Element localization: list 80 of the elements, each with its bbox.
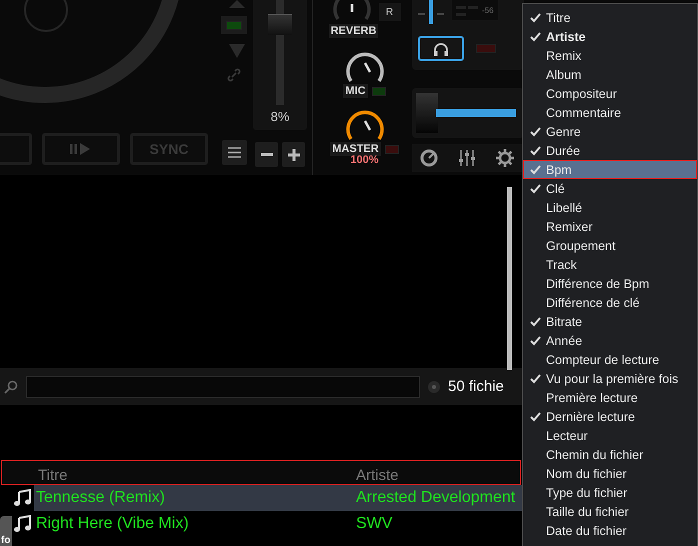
column-heading[interactable]: Titre — [34, 467, 352, 484]
menu-item[interactable]: Date du fichier — [523, 521, 697, 540]
menu-item[interactable]: Type du fichier — [523, 483, 697, 502]
menu-item[interactable]: Libellé — [523, 198, 697, 217]
menu-item[interactable]: Différence de Bpm — [523, 274, 697, 293]
menu-item[interactable]: Durée — [523, 141, 697, 160]
minus-icon — [260, 153, 272, 156]
checkmark-icon — [530, 374, 540, 384]
menu-item[interactable]: Année — [523, 331, 697, 350]
menu-item[interactable]: Lecteur — [523, 426, 697, 445]
headphones-icon — [433, 42, 449, 56]
column-heading[interactable]: Artiste — [352, 467, 512, 484]
master-led — [384, 144, 399, 154]
menu-item[interactable]: Artiste — [523, 27, 697, 46]
checkmark-icon — [530, 12, 540, 22]
settings-icon[interactable] — [496, 149, 514, 167]
checkmark-icon — [530, 336, 540, 346]
master-reading: 100% — [350, 154, 379, 166]
menu-item[interactable]: Compteur de lecture — [523, 350, 697, 369]
file-count: 50 fichie — [448, 378, 504, 395]
link-icon[interactable] — [227, 68, 241, 82]
menu-item[interactable]: Dernière lecture — [523, 407, 697, 426]
checkmark-icon — [530, 164, 540, 174]
checkmark-icon — [530, 316, 540, 326]
checkmark-icon — [530, 126, 540, 136]
menu-item[interactable]: Remixer — [523, 217, 697, 236]
checkmark-icon — [530, 32, 540, 42]
menu-item[interactable]: Vu pour la première fois — [523, 369, 697, 388]
minus-button[interactable] — [255, 142, 278, 167]
menu-item[interactable]: Commentaire — [523, 103, 697, 122]
menu-item[interactable]: Genre — [523, 122, 697, 141]
plus-button[interactable] — [282, 142, 305, 167]
artist-cell-text: Arrested Development — [355, 489, 516, 507]
mic-led — [372, 86, 386, 96]
status-dot-icon — [428, 380, 440, 392]
menu-item[interactable]: Bpm — [523, 160, 697, 179]
checkmark-icon — [530, 184, 540, 194]
headphone-led — [476, 44, 496, 53]
menu-item[interactable]: Nom du fichier — [523, 464, 697, 483]
menu-item[interactable]: Clé — [523, 179, 697, 198]
master-label: MASTER — [330, 142, 381, 156]
pitch-led — [221, 16, 247, 34]
checkmark-icon — [530, 146, 540, 156]
scrollbar[interactable] — [507, 187, 512, 370]
up-triangle-icon[interactable] — [229, 0, 245, 8]
pitch-reading: 8% — [270, 109, 290, 124]
menu-item[interactable]: Remix — [523, 46, 697, 65]
title-cell-text: Tennesse (Remix) — [35, 489, 166, 507]
headphone-button[interactable] — [418, 36, 464, 61]
reverb-label: REVERB — [328, 24, 378, 38]
menu-item[interactable]: Album — [523, 65, 697, 84]
mic-label: MIC — [343, 84, 368, 98]
menu-item[interactable]: Compositeur — [523, 84, 697, 103]
down-triangle-icon[interactable] — [229, 44, 245, 58]
sliders-icon[interactable] — [458, 150, 476, 166]
plus-icon — [288, 148, 300, 160]
menu-item[interactable]: Chemin du fichier — [523, 445, 697, 464]
search-field[interactable] — [26, 376, 420, 398]
music-note-icon — [14, 515, 32, 533]
play-pause-button[interactable] — [42, 133, 120, 165]
menu-item[interactable]: Track — [523, 255, 697, 274]
play-pause-icon — [70, 143, 92, 155]
level-bar-icon — [418, 0, 444, 24]
menu-item[interactable]: Différence de clé — [523, 293, 697, 312]
crossfader-thumb[interactable] — [416, 93, 438, 133]
gauge-icon[interactable] — [420, 149, 438, 167]
menu-item[interactable]: Bitrate — [523, 312, 697, 331]
checkmark-icon — [530, 412, 540, 422]
meter-reading: -56 — [482, 6, 494, 14]
title-cell-text: Right Here (Vibe Mix) — [35, 515, 190, 533]
menu-item[interactable]: Titre — [523, 8, 697, 27]
menu-button[interactable] — [222, 140, 246, 165]
search-icon — [4, 380, 18, 394]
side-tab[interactable]: fo — [0, 516, 12, 546]
menu-item[interactable]: Première lecture — [523, 388, 697, 407]
artist-cell-text: SWV — [355, 515, 394, 533]
music-note-icon — [14, 489, 32, 507]
menu-item[interactable]: Groupement — [523, 236, 697, 255]
reverb-r-button[interactable]: R — [378, 3, 400, 21]
menu-icon — [228, 147, 240, 158]
